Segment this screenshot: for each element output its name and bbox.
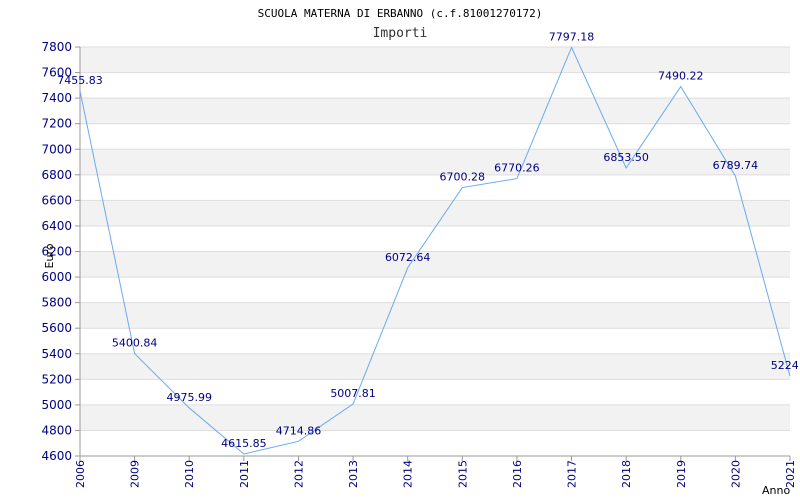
- x-tick-label: 2019: [675, 460, 688, 488]
- x-tick-label: 2006: [74, 460, 87, 488]
- y-tick-label: 7800: [41, 40, 72, 54]
- data-label: 6853.50: [603, 151, 649, 164]
- data-label: 7797.18: [549, 30, 595, 43]
- plot-band: [80, 302, 790, 329]
- y-tick-label: 7000: [41, 142, 72, 156]
- plot-band: [80, 251, 790, 278]
- data-label: 7455.83: [57, 74, 103, 87]
- x-axis-label: Anno: [762, 484, 790, 497]
- y-axis-label: Euro: [43, 243, 56, 268]
- plot-band: [80, 353, 790, 380]
- chart-subtitle: Importi: [373, 26, 428, 41]
- x-tick-label: 2015: [456, 460, 469, 488]
- x-axis-ticks: 2006 2009 2010 2011 2012 2013 2014 2015 2016 2017…: [74, 456, 797, 488]
- y-tick-label: 5800: [41, 296, 72, 310]
- data-label: 5007.81: [330, 387, 376, 400]
- y-tick-label: 5200: [41, 372, 72, 386]
- y-tick-label: 5000: [41, 398, 72, 412]
- y-tick-label: 7200: [41, 117, 72, 131]
- data-label: 6770.26: [494, 162, 540, 175]
- y-tick-label: 7400: [41, 91, 72, 105]
- x-tick-label: 2010: [183, 460, 196, 488]
- plot-band: [80, 98, 790, 124]
- y-tick-label: 6600: [41, 193, 72, 207]
- y-tick-label: 5600: [41, 321, 72, 335]
- chart-title: SCUOLA MATERNA DI ERBANNO (c.f.810012701…: [258, 7, 543, 20]
- plot-band: [80, 200, 790, 226]
- line-chart: SCUOLA MATERNA DI ERBANNO (c.f.810012701…: [41, 7, 800, 497]
- y-tick-label: 6400: [41, 219, 72, 233]
- y-tick-label: 6800: [41, 168, 72, 182]
- x-tick-label: 2017: [566, 460, 579, 488]
- x-tick-label: 2009: [129, 460, 142, 488]
- data-label: 6700.28: [440, 171, 486, 184]
- data-label: 4714.86: [276, 424, 322, 437]
- x-tick-label: 2016: [511, 460, 524, 488]
- data-label: 4975.99: [166, 391, 212, 404]
- y-tick-label: 4800: [41, 423, 72, 437]
- y-tick-label: 4600: [41, 449, 72, 463]
- plot-band: [80, 404, 790, 431]
- x-tick-label: 2020: [729, 460, 742, 488]
- data-label: 7490.22: [658, 70, 704, 83]
- plot-background-bands: [80, 47, 790, 431]
- y-tick-label: 6000: [41, 270, 72, 284]
- x-tick-label: 2012: [292, 460, 305, 488]
- data-label: 6072.64: [385, 251, 431, 264]
- x-tick-label: 2013: [347, 460, 360, 488]
- x-tick-label: 2018: [620, 460, 633, 488]
- data-label: 5224.9: [771, 359, 800, 372]
- data-label: 4615.85: [221, 437, 267, 450]
- data-label: 6789.74: [713, 159, 759, 172]
- x-tick-label: 2014: [402, 460, 415, 488]
- plot-band: [80, 149, 790, 175]
- x-tick-label: 2011: [238, 460, 251, 488]
- y-tick-label: 5400: [41, 347, 72, 361]
- data-label: 5400.84: [112, 337, 158, 350]
